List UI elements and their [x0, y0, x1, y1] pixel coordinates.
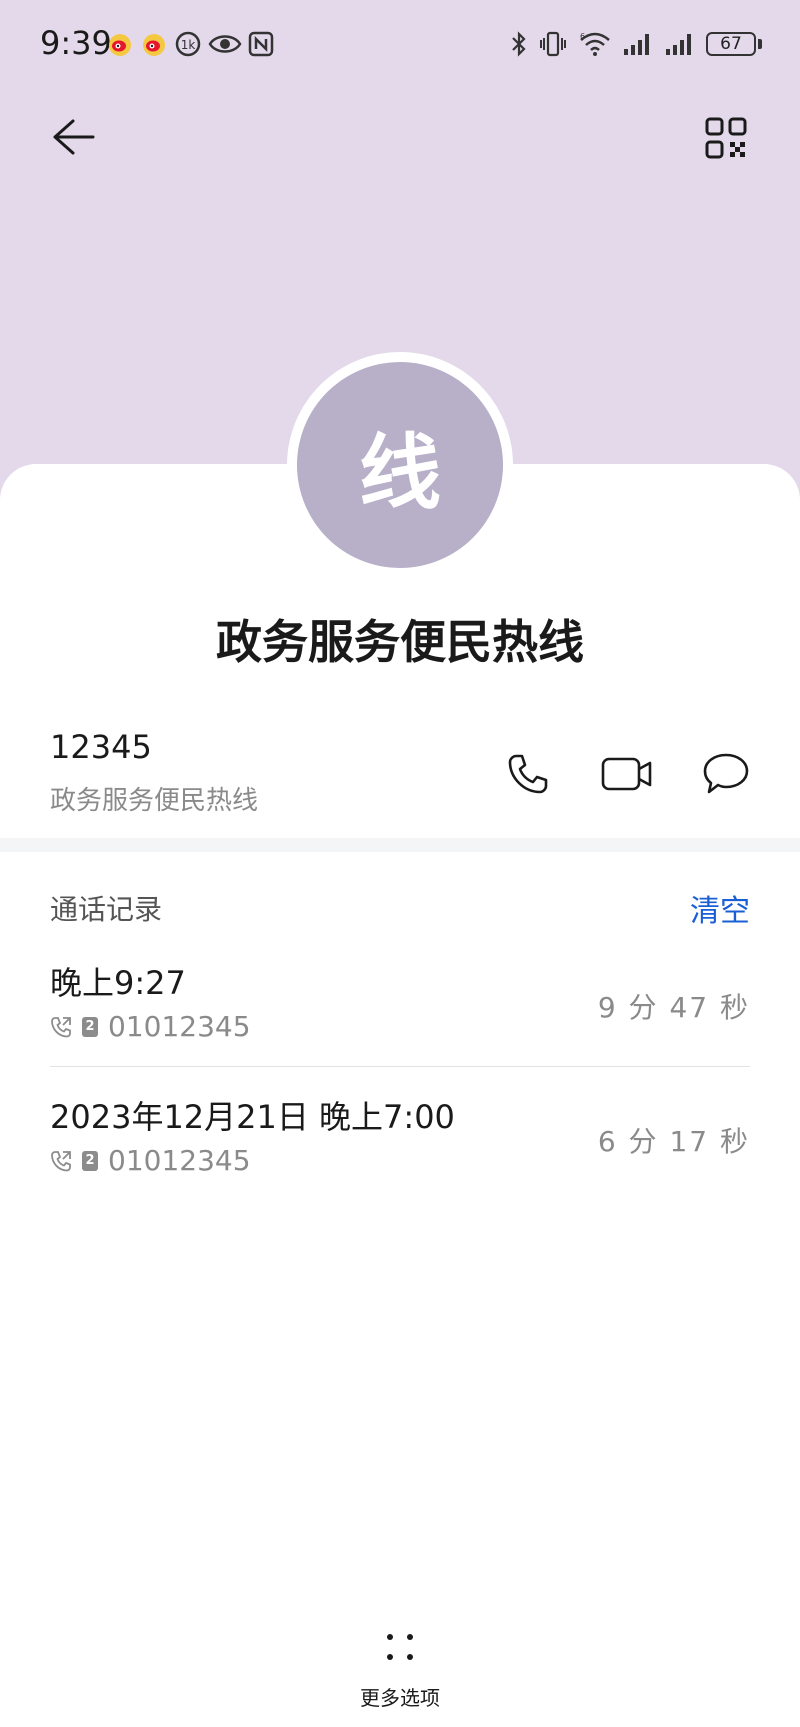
eye-icon — [208, 31, 242, 57]
nfc-icon — [248, 31, 274, 57]
weibo-icon — [106, 30, 134, 58]
status-bar: 9:39 1k 6 67 — [0, 0, 800, 92]
contact-detail-screen: 9:39 1k 6 67 线 政务服务便民热线 12345 政务服务便民热线 通… — [0, 0, 800, 1727]
call-time: 晚上9:27 — [50, 964, 186, 1002]
outgoing-call-icon — [51, 1150, 71, 1171]
phone-number-label: 政务服务便民热线 — [50, 786, 259, 816]
weibo-icon — [140, 30, 168, 58]
sim-card-icon: 2 — [82, 1016, 98, 1037]
call-number: 01012345 — [108, 1144, 251, 1177]
clear-log-button[interactable]: 清空 — [690, 886, 750, 930]
call-duration: 9 分 47 秒 — [597, 991, 750, 1024]
message-button[interactable] — [700, 748, 752, 800]
more-dots-icon — [380, 1628, 420, 1668]
call-time: 2023年12月21日 晚上7:00 — [50, 1098, 455, 1136]
status-right-icons: 6 67 — [500, 30, 762, 58]
vibrate-icon — [538, 30, 568, 58]
call-log-header: 通话记录 清空 — [0, 884, 800, 934]
data-saver-icon: 1k — [174, 30, 202, 58]
video-call-icon — [601, 757, 652, 791]
call-button[interactable] — [502, 748, 554, 800]
battery-tip — [758, 39, 762, 49]
wifi-icon: 6 — [578, 30, 612, 58]
sim-card-icon: 2 — [82, 1150, 98, 1171]
phone-icon — [508, 754, 548, 794]
qr-code-button[interactable] — [702, 114, 750, 162]
call-number: 01012345 — [108, 1010, 251, 1043]
list-divider — [50, 1066, 750, 1067]
section-separator — [0, 838, 800, 852]
outgoing-call-icon — [51, 1016, 71, 1037]
phone-number: 12345 — [50, 728, 152, 766]
battery-icon: 67 — [706, 32, 756, 56]
avatar[interactable]: 线 — [297, 362, 503, 568]
phone-number-row[interactable]: 12345 政务服务便民热线 — [0, 718, 800, 828]
back-button[interactable] — [48, 112, 98, 162]
more-options-label: 更多选项 — [360, 1686, 440, 1710]
bluetooth-icon — [510, 30, 528, 58]
status-time: 9:39 — [40, 24, 112, 62]
call-duration: 6 分 17 秒 — [597, 1125, 750, 1158]
battery-level: 67 — [720, 34, 742, 54]
svg-text:1k: 1k — [181, 38, 196, 52]
qr-code-icon — [705, 117, 747, 159]
svg-text:6: 6 — [580, 32, 585, 41]
call-log-item[interactable]: 2023年12月21日 晚上7:00 2 01012345 6 分 17 秒 — [0, 1086, 800, 1210]
call-meta: 2 01012345 — [50, 1010, 251, 1043]
call-meta: 2 01012345 — [50, 1144, 251, 1177]
signal-icon — [664, 31, 696, 57]
status-left-icons: 1k — [106, 30, 280, 58]
arrow-left-icon — [53, 119, 95, 155]
more-options-button[interactable]: 更多选项 — [340, 1628, 460, 1718]
call-log-title: 通话记录 — [50, 893, 163, 926]
signal-icon — [622, 31, 654, 57]
call-log-item[interactable]: 晚上9:27 2 01012345 9 分 47 秒 — [0, 952, 800, 1076]
video-call-button[interactable] — [601, 748, 653, 800]
message-icon — [703, 753, 749, 794]
contact-name: 政务服务便民热线 — [216, 615, 584, 669]
